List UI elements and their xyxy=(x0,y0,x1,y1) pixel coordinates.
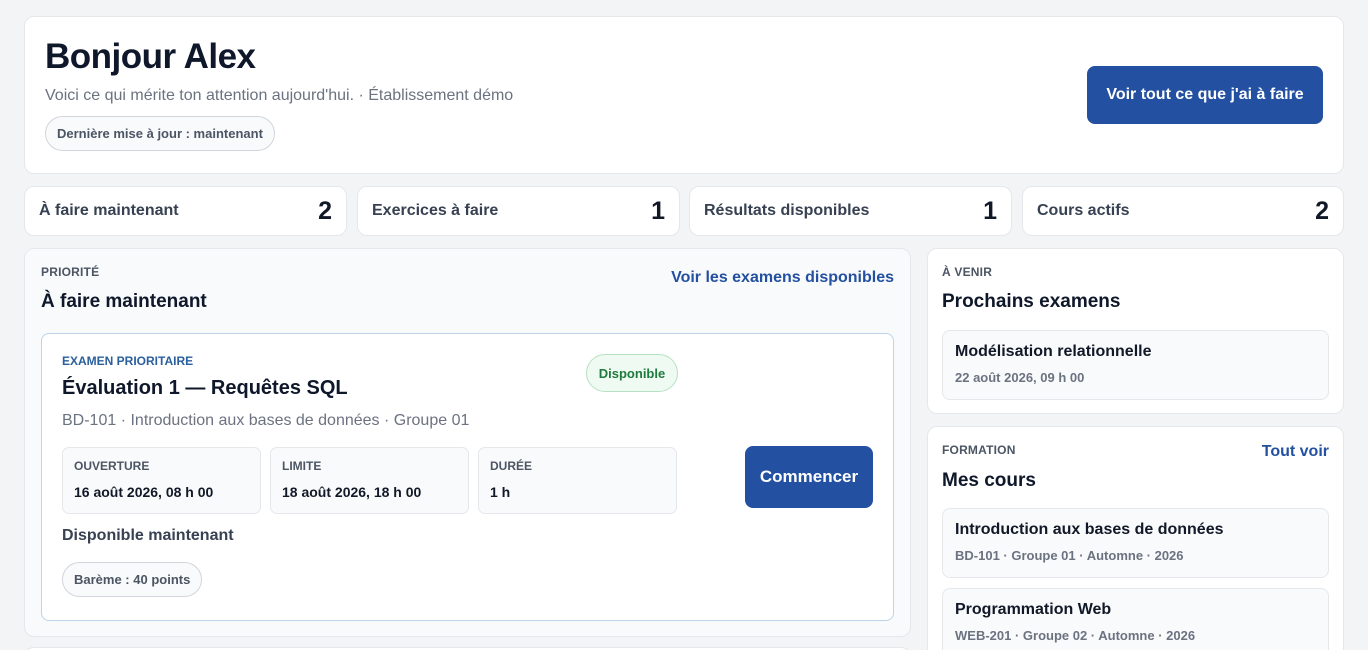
points-badge: Barème : 40 points xyxy=(62,562,203,597)
stat-label: À faire maintenant xyxy=(39,202,179,219)
course-title: Programmation Web xyxy=(955,601,1112,618)
deadline-value: 18 août 2026, 18 h 00 xyxy=(282,484,422,500)
stat-label: Cours actifs xyxy=(1037,202,1130,219)
my-courses-panel: FORMATION Tout voir Mes cours Introducti… xyxy=(927,426,1344,650)
duration-info: DURÉE 1 h xyxy=(478,447,677,514)
stat-card-exercises[interactable]: Exercices à faire 1 xyxy=(357,186,680,236)
availability-status: Disponible maintenant xyxy=(62,527,234,544)
deadline-info: LIMITE 18 août 2026, 18 h 00 xyxy=(270,447,469,514)
priority-exam-card: EXAMEN PRIORITAIRE Évaluation 1 — Requêt… xyxy=(41,333,894,621)
opening-info: OUVERTURE 16 août 2026, 08 h 00 xyxy=(62,447,261,514)
priority-title: À faire maintenant xyxy=(41,291,207,312)
stat-value: 1 xyxy=(651,196,665,225)
exam-eyebrow: EXAMEN PRIORITAIRE xyxy=(62,354,194,368)
priority-panel: PRIORITÉ À faire maintenant Voir les exa… xyxy=(24,248,911,637)
upcoming-title: Prochains examens xyxy=(942,291,1121,312)
opening-label: OUVERTURE xyxy=(74,459,150,473)
upcoming-exams-panel: À VENIR Prochains examens Modélisation r… xyxy=(927,248,1344,414)
stat-card-active-courses[interactable]: Cours actifs 2 xyxy=(1022,186,1344,236)
view-available-exams-link[interactable]: Voir les examens disponibles xyxy=(671,269,894,287)
course-item[interactable]: Introduction aux bases de données BD-101… xyxy=(942,508,1329,578)
stat-label: Résultats disponibles xyxy=(704,202,870,219)
courses-title: Mes cours xyxy=(942,470,1036,491)
course-meta: BD-101 · Groupe 01 · Automne · 2026 xyxy=(955,548,1184,563)
welcome-header: Bonjour Alex Voici ce qui mérite ton att… xyxy=(24,16,1344,174)
exam-title: Évaluation 1 — Requêtes SQL xyxy=(62,377,348,399)
course-item[interactable]: Programmation Web WEB-201 · Groupe 02 · … xyxy=(942,588,1329,650)
deadline-label: LIMITE xyxy=(282,459,322,473)
stat-value: 1 xyxy=(983,196,997,225)
exam-meta: BD-101 · Introduction aux bases de donné… xyxy=(62,412,470,429)
course-meta: WEB-201 · Groupe 02 · Automne · 2026 xyxy=(955,628,1196,643)
view-all-todo-button[interactable]: Voir tout ce que j'ai à faire xyxy=(1087,66,1323,124)
view-all-courses-link[interactable]: Tout voir xyxy=(1262,443,1329,461)
upcoming-exam-date: 22 août 2026, 09 h 00 xyxy=(955,370,1085,385)
opening-value: 16 août 2026, 08 h 00 xyxy=(74,484,214,500)
course-title: Introduction aux bases de données xyxy=(955,521,1224,538)
upcoming-eyebrow: À VENIR xyxy=(942,265,993,279)
duration-value: 1 h xyxy=(490,484,511,500)
status-badge: Disponible xyxy=(586,354,678,392)
stat-label: Exercices à faire xyxy=(372,202,499,219)
stat-value: 2 xyxy=(318,196,332,225)
start-exam-button[interactable]: Commencer xyxy=(745,446,873,508)
last-update-badge: Dernière mise à jour : maintenant xyxy=(45,116,275,151)
duration-label: DURÉE xyxy=(490,459,533,473)
upcoming-exam-title: Modélisation relationnelle xyxy=(955,343,1152,360)
upcoming-exam-item[interactable]: Modélisation relationnelle 22 août 2026,… xyxy=(942,330,1329,400)
stat-value: 2 xyxy=(1315,196,1329,225)
stat-card-results[interactable]: Résultats disponibles 1 xyxy=(689,186,1012,236)
stat-card-todo-now[interactable]: À faire maintenant 2 xyxy=(24,186,347,236)
